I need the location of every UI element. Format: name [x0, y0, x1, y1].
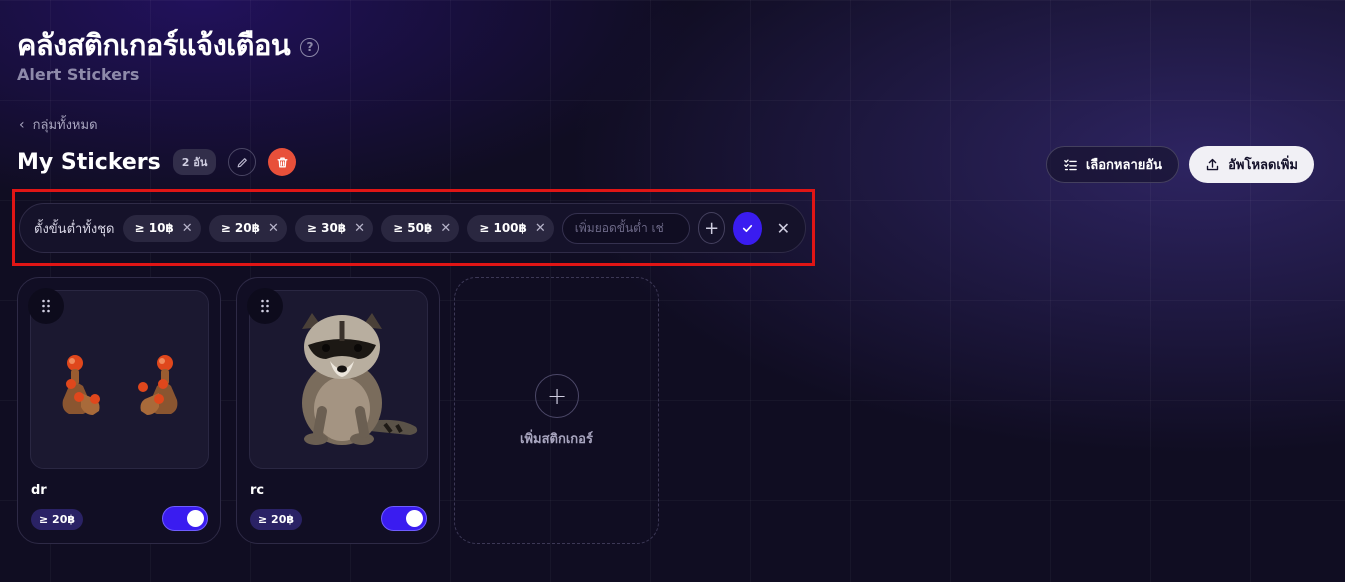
group-header: My Stickers 2 อัน [17, 148, 297, 176]
upload-icon [1206, 158, 1219, 171]
confirm-threshold-button[interactable] [733, 211, 762, 245]
add-sticker-card[interactable]: + เพิ่มสติกเกอร์ [454, 277, 659, 544]
add-sticker-label: เพิ่มสติกเกอร์ [520, 432, 593, 447]
chip-label: ≥ 30฿ [306, 221, 347, 235]
page-title: คลังสติกเกอร์แจ้งเตือน ? [17, 22, 320, 68]
remove-chip-icon[interactable]: ✕ [182, 221, 193, 236]
pencil-icon [237, 157, 247, 167]
sticker-min-badge: ≥ 20฿ [250, 509, 303, 530]
remove-chip-icon[interactable]: ✕ [535, 221, 546, 236]
threshold-chip-100[interactable]: ≥ 100฿ ✕ [467, 214, 554, 242]
sticker-name: dr [31, 483, 47, 498]
question-circle-icon[interactable]: ? [300, 37, 320, 57]
min-amount-input[interactable] [561, 212, 690, 244]
sticker-min-badge: ≥ 20฿ [31, 509, 84, 530]
toggle-knob [406, 510, 423, 527]
chip-label: ≥ 10฿ [134, 221, 174, 235]
checklist-icon [1064, 159, 1077, 171]
top-actions: เลือกหลายอัน อัพโหลดเพิ่ม [1045, 146, 1314, 183]
add-threshold-button[interactable]: + [697, 212, 726, 244]
trash-icon [277, 157, 288, 167]
threshold-label: ตั้งขั้นต่ำทั้งชุด [34, 221, 115, 237]
sticker-name: rc [250, 483, 265, 498]
threshold-chip-50[interactable]: ≥ 50฿ ✕ [381, 214, 460, 242]
delete-group-button[interactable] [268, 148, 297, 176]
multi-select-button[interactable]: เลือกหลายอัน [1045, 146, 1180, 183]
plus-icon: + [535, 374, 579, 418]
back-to-all-groups-link[interactable]: ‹ กลุ่มทั้งหมด [19, 114, 98, 135]
sticker-count-badge: 2 อัน [172, 149, 217, 175]
sticker-card[interactable]: dr ≥ 20฿ [17, 277, 221, 544]
chevron-left-icon: ‹ [19, 116, 25, 133]
threshold-chip-10[interactable]: ≥ 10฿ ✕ [122, 214, 201, 242]
chip-label: ≥ 100฿ [479, 221, 527, 235]
drag-handle-icon[interactable] [28, 288, 64, 324]
back-link-label: กลุ่มทั้งหมด [32, 118, 98, 133]
drag-handle-icon[interactable] [247, 288, 283, 324]
upload-more-button[interactable]: อัพโหลดเพิ่ม [1189, 146, 1314, 183]
remove-chip-icon[interactable]: ✕ [268, 221, 279, 236]
plus-icon: + [704, 217, 720, 239]
edit-group-button[interactable] [228, 148, 257, 176]
toggle-knob [187, 510, 204, 527]
threshold-chip-20[interactable]: ≥ 20฿ ✕ [208, 214, 287, 242]
page-title-text: คลังสติกเกอร์แจ้งเตือน [17, 28, 291, 62]
group-title: My Stickers [17, 149, 161, 175]
sticker-card[interactable]: rc ≥ 20฿ [236, 277, 440, 544]
threshold-chip-30[interactable]: ≥ 30฿ ✕ [294, 214, 374, 242]
check-icon [742, 224, 753, 232]
close-icon: ✕ [776, 218, 791, 238]
chip-label: ≥ 20฿ [220, 221, 260, 235]
threshold-bar: ตั้งขั้นต่ำทั้งชุด ≥ 10฿ ✕ ≥ 20฿ ✕ ≥ 30฿ ✕ … [19, 203, 806, 253]
sticker-enabled-toggle[interactable] [162, 506, 208, 531]
page-subtitle: Alert Stickers [17, 65, 140, 84]
close-threshold-button[interactable]: ✕ [770, 212, 797, 244]
multi-select-label: เลือกหลายอัน [1085, 158, 1163, 173]
upload-more-label: อัพโหลดเพิ่ม [1228, 158, 1298, 173]
chip-label: ≥ 50฿ [393, 221, 433, 235]
remove-chip-icon[interactable]: ✕ [440, 221, 451, 236]
remove-chip-icon[interactable]: ✕ [354, 221, 365, 236]
sticker-enabled-toggle[interactable] [381, 506, 427, 531]
